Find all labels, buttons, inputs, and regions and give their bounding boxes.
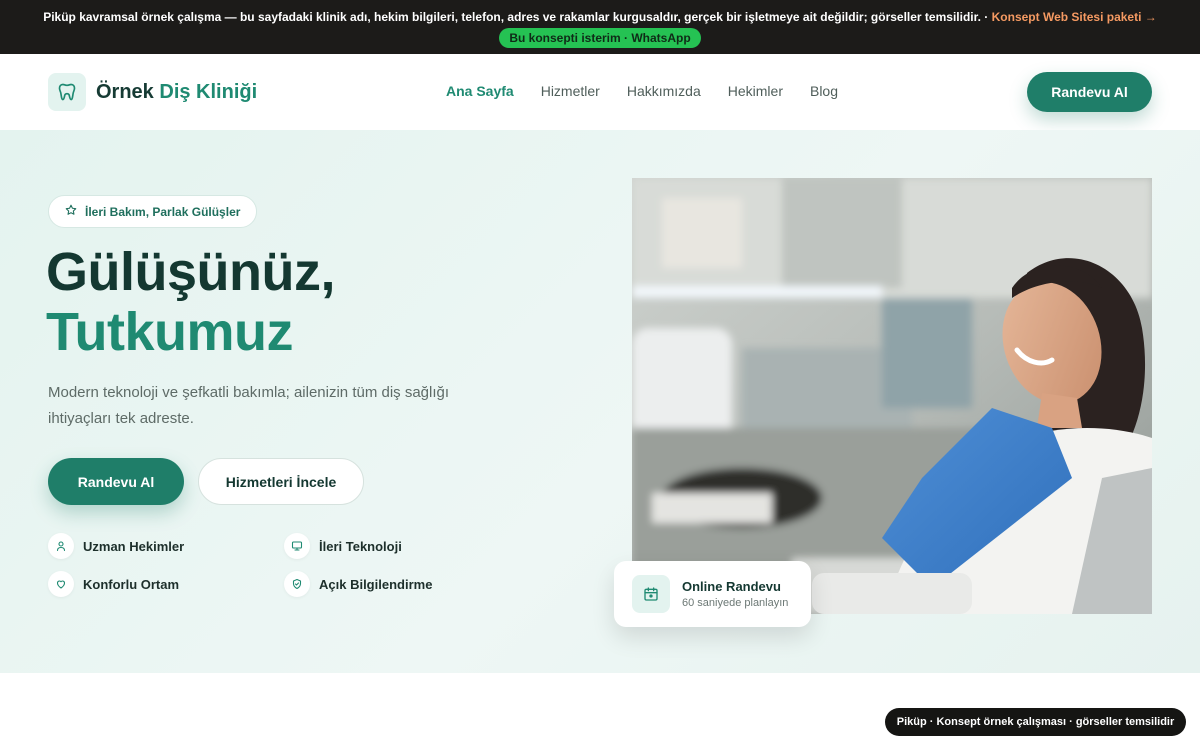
main-nav: Ana Sayfa Hizmetler Hakkımızda Hekimler … [446,83,865,99]
hero-lead-text: Modern teknoloji ve şefkatli bakımla; ai… [48,384,450,427]
notice-text-middle: — bu sayfadaki klinik adı, hekim bilgile… [221,10,613,24]
hero-patient-photo [632,178,1152,614]
feature-transparent-information: Açık Bilgilendirme [284,571,432,597]
site-logo[interactable]: Örnek Diş Kliniği [48,73,257,111]
notice-bold-lead: Piküp kavramsal örnek çalışma [43,10,222,24]
calendar-icon [632,575,670,613]
site-header: Örnek Diş Kliniği Ana Sayfa Hizmetler Ha… [0,54,1200,130]
nav-item-services[interactable]: Hizmetler [541,83,600,99]
feature-label: İleri Teknoloji [319,538,402,554]
feature-advanced-technology: İleri Teknoloji [284,533,402,559]
notice-text-end: , gerçek bir işletmeye ait değildir; gör… [677,10,992,24]
tagline-text: İleri Bakım, Parlak Gülüşler [85,204,241,219]
notice-text: Piküp kavramsal örnek çalışma — bu sayfa… [0,0,1200,24]
feature-label: Uzman Hekimler [83,538,185,554]
monitor-icon [284,533,310,559]
concept-notice-bar: Piküp kavramsal örnek çalışma — bu sayfa… [0,0,1200,54]
nav-item-about[interactable]: Hakkımızda [627,83,701,99]
doctor-icon [48,533,74,559]
explore-services-button[interactable]: Hizmetleri İncele [198,458,364,505]
hero-section: İleri Bakım, Parlak Gülüşler Gülüşünüz, … [0,130,1200,673]
concept-disclaimer-badge: Piküp · Konsept örnek çalışması · görsel… [885,708,1186,736]
online-appointment-card[interactable]: Online Randevu 60 saniyede planlayın [614,561,811,627]
logo-text: Örnek Diş Kliniği [96,81,257,104]
feature-comfortable-environment: Konforlu Ortam [48,571,179,597]
logo-word-1: Örnek [96,80,154,103]
header-appointment-button[interactable]: Randevu Al [1027,72,1152,112]
hero-tagline-pill: İleri Bakım, Parlak Gülüşler [48,195,258,228]
hero-title-line-2: Tutkumuz [46,302,293,362]
feature-label: Konforlu Ortam [83,576,180,592]
heart-icon [48,571,74,597]
card-subtitle: 60 saniyede planlayın [682,597,789,609]
nav-item-blog[interactable]: Blog [810,83,838,99]
feature-expert-doctors: Uzman Hekimler [48,533,184,559]
hero-appointment-button[interactable]: Randevu Al [48,458,184,505]
notice-bold-word: kurgusaldır [612,10,678,24]
card-title: Online Randevu [682,579,781,594]
nav-item-doctors[interactable]: Hekimler [728,83,783,99]
logo-word-2: Diş Kliniği [159,80,258,103]
star-icon [65,204,77,219]
nav-item-home[interactable]: Ana Sayfa [446,83,514,99]
concept-package-link[interactable]: Konsept Web Sitesi paketi → [992,10,1157,24]
whatsapp-cta-button[interactable]: Bu konsepti isterim · WhatsApp [499,28,701,48]
shield-check-icon [284,571,310,597]
hero-title: Gülüşünüz, Tutkumuz [46,242,335,362]
hero-title-line-1: Gülüşünüz, [46,242,335,302]
tooth-icon [48,73,86,111]
feature-label: Açık Bilgilendirme [319,576,433,592]
